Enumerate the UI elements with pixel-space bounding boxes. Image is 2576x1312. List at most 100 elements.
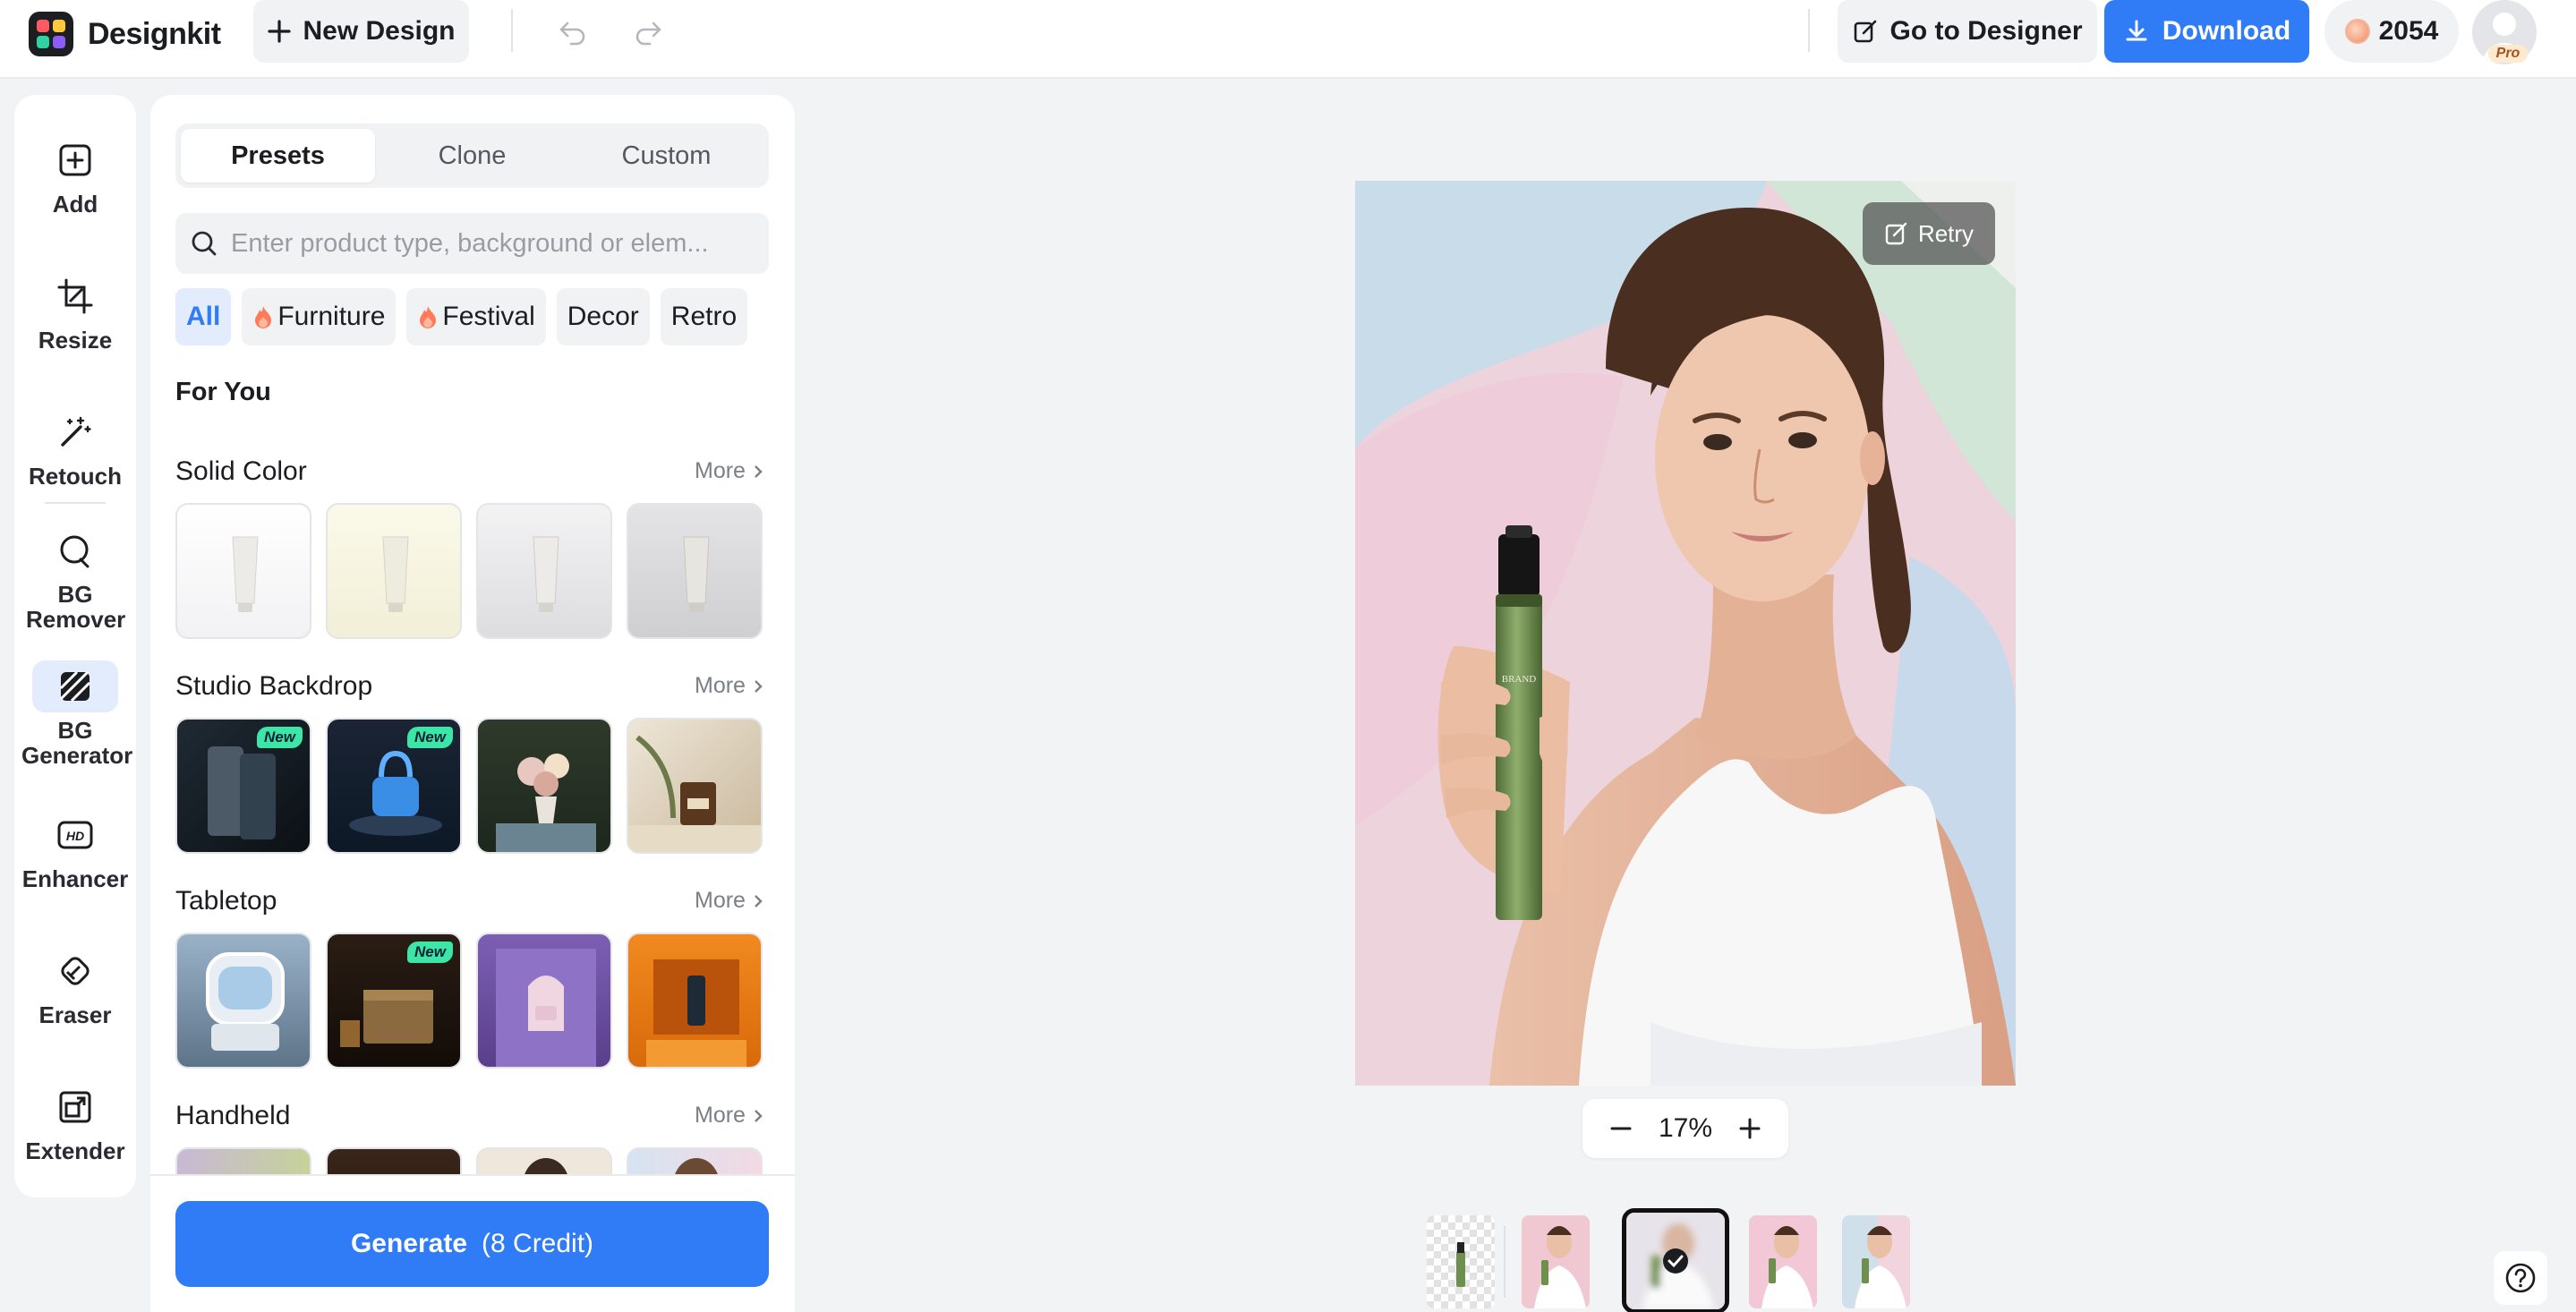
coin-icon [2344, 19, 2370, 44]
section-title: Tabletop [175, 886, 277, 916]
preset-thumbnail[interactable] [175, 503, 311, 639]
redo-button[interactable] [628, 13, 668, 52]
eraser-icon [32, 945, 118, 997]
pro-badge: Pro [2488, 45, 2528, 63]
tool-label: Enhancer [21, 865, 129, 892]
canvas-image[interactable]: BRAND [1355, 181, 2016, 1086]
preset-row: New [175, 933, 763, 1069]
tool-eraser[interactable]: Eraser [14, 945, 136, 1027]
search-icon [192, 231, 217, 256]
minus-icon [1610, 1127, 1632, 1130]
fire-icon [420, 306, 437, 328]
tool-add[interactable]: Add [14, 134, 136, 217]
more-label: More [695, 673, 746, 698]
edit-icon [1885, 222, 1907, 245]
preset-thumbnail[interactable] [476, 718, 612, 854]
search-box [175, 213, 769, 274]
preset-thumbnail[interactable]: New [175, 718, 311, 854]
more-link[interactable]: More [695, 888, 763, 914]
tab-clone[interactable]: Clone [375, 129, 569, 183]
chip-retro[interactable]: Retro [660, 288, 748, 345]
divider [511, 9, 513, 52]
preset-thumbnail[interactable]: New [326, 718, 462, 854]
result-thumbnail[interactable] [1427, 1215, 1495, 1308]
top-bar: Designkit New Design Go to Designer Down… [0, 0, 2576, 79]
divider [45, 502, 106, 504]
tool-extender[interactable]: Extender [14, 1081, 136, 1163]
panel-tabs: Presets Clone Custom [175, 124, 769, 188]
logo[interactable]: Designkit [29, 12, 221, 56]
preset-thumbnail[interactable] [627, 933, 763, 1069]
result-thumbnails [1427, 1208, 1933, 1312]
preset-thumbnail[interactable] [476, 933, 612, 1069]
chip-label: Decor [567, 302, 639, 331]
category-chips: All Furniture Festival Decor Retro [175, 288, 748, 345]
chip-festival[interactable]: Festival [406, 288, 546, 345]
new-tag: New [257, 727, 303, 748]
tab-custom[interactable]: Custom [569, 129, 763, 183]
search-input[interactable] [231, 228, 732, 259]
result-thumbnail[interactable] [1522, 1215, 1590, 1308]
chip-label: All [186, 302, 221, 331]
help-button[interactable] [2494, 1251, 2547, 1305]
zoom-in-button[interactable] [1736, 1115, 1763, 1142]
tool-enhancer[interactable]: HD Enhancer [14, 809, 136, 891]
crop-icon [32, 270, 118, 322]
for-you-heading: For You [175, 378, 271, 406]
tool-rail: Add Resize Retouch BG Remover BG Generat… [14, 95, 136, 1197]
tool-label: Extender [25, 1137, 125, 1164]
tool-resize[interactable]: Resize [14, 270, 136, 353]
chip-decor[interactable]: Decor [556, 288, 650, 345]
more-link[interactable]: More [695, 673, 763, 699]
preset-thumbnail[interactable] [627, 718, 763, 854]
preset-thumbnail[interactable] [476, 503, 612, 639]
tool-label: Retouch [29, 463, 122, 490]
hd-icon: HD [32, 809, 118, 861]
more-label: More [695, 458, 746, 483]
tab-presets[interactable]: Presets [181, 129, 375, 183]
retry-button[interactable]: Retry [1863, 202, 1995, 265]
section-title: Solid Color [175, 456, 307, 486]
more-label: More [695, 1103, 746, 1128]
tool-label: BG Remover [26, 581, 126, 633]
tool-label: BG Generator [21, 717, 133, 769]
more-link[interactable]: More [695, 1103, 763, 1129]
chip-all[interactable]: All [175, 288, 232, 345]
preset-thumbnail[interactable] [326, 503, 462, 639]
svg-text:HD: HD [66, 829, 84, 843]
result-thumbnail[interactable] [1749, 1215, 1817, 1308]
credits-balance[interactable]: 2054 [2324, 0, 2459, 63]
preset-thumbnail[interactable]: New [326, 933, 462, 1069]
go-to-designer-button[interactable]: Go to Designer [1838, 0, 2097, 63]
generate-button[interactable]: Generate (8 Credit) [175, 1201, 769, 1287]
chip-furniture[interactable]: Furniture [242, 288, 397, 345]
undo-button[interactable] [553, 13, 593, 52]
new-design-label: New Design [303, 16, 456, 46]
download-button[interactable]: Download [2104, 0, 2309, 63]
chip-label: Furniture [277, 302, 386, 331]
tool-bg-remover[interactable]: BG Remover [14, 524, 136, 632]
result-thumbnail-selected[interactable] [1622, 1208, 1729, 1312]
plus-icon [268, 20, 292, 43]
new-design-button[interactable]: New Design [253, 0, 469, 63]
chevron-right-icon [755, 894, 763, 907]
tool-retouch[interactable]: Retouch [14, 406, 136, 489]
new-tag: New [407, 941, 453, 963]
generate-bar: Generate (8 Credit) [150, 1174, 795, 1312]
credits-count: 2054 [2378, 16, 2439, 46]
zoom-out-button[interactable] [1608, 1115, 1634, 1142]
tool-label: Resize [38, 327, 113, 354]
divider [1504, 1226, 1506, 1298]
download-icon [2126, 20, 2147, 41]
preset-row: New New [175, 718, 763, 854]
result-thumbnail[interactable] [1842, 1215, 1910, 1308]
chip-label: Festival [442, 302, 535, 331]
chip-label: Retro [670, 302, 738, 331]
preset-thumbnail[interactable] [175, 933, 311, 1069]
preset-thumbnail[interactable] [627, 503, 763, 639]
extend-icon [32, 1081, 118, 1133]
more-link[interactable]: More [695, 458, 763, 484]
zoom-control: 17% [1582, 1099, 1788, 1158]
fire-icon [255, 306, 272, 328]
tool-bg-generator[interactable]: BG Generator [14, 660, 136, 768]
